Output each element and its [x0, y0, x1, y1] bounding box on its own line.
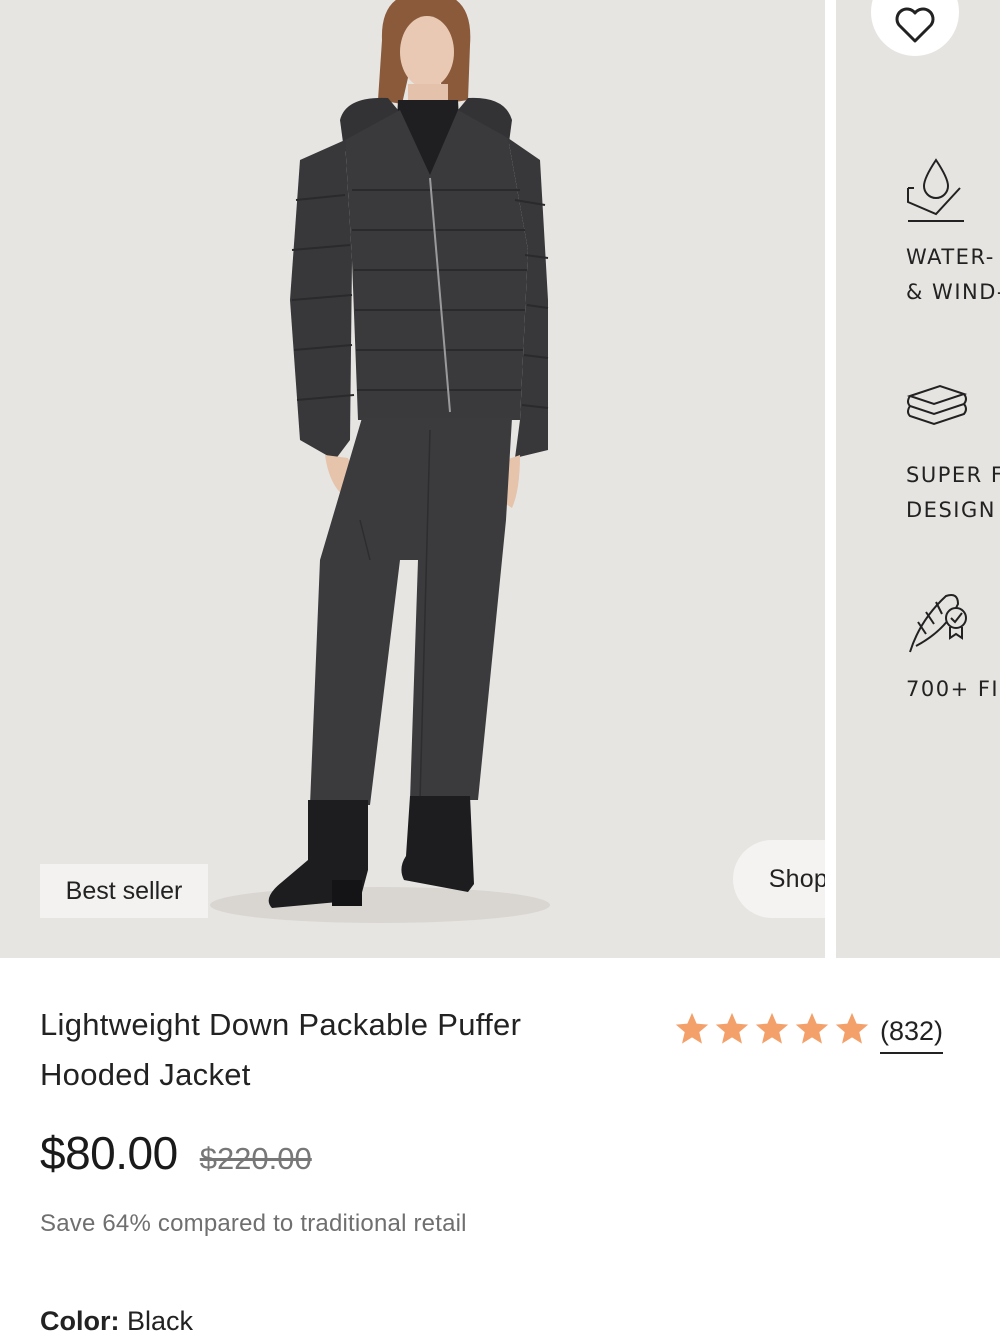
sale-price: $80.00 — [40, 1127, 178, 1179]
best-seller-badge: Best seller — [40, 864, 208, 918]
product-title-line2: Hooded Jacket — [40, 1057, 251, 1092]
feature-water-wind: WATER- & WIND- — [906, 158, 1000, 310]
feature-packable-line1: SUPER F — [906, 463, 1000, 487]
price-row: $80.00 $220.00 — [40, 1126, 312, 1180]
star-icon — [795, 1012, 829, 1044]
product-rating[interactable]: (832) — [673, 1004, 944, 1054]
product-title-line1: Lightweight Down Packable Puffer — [40, 1007, 522, 1042]
review-count-link[interactable]: (832) — [880, 1014, 944, 1054]
feature-fill-power: 700+ FIL — [906, 590, 1000, 707]
feature-packable: SUPER F DESIGN — [906, 382, 1000, 528]
color-value: Black — [127, 1306, 194, 1333]
model-wearing-jacket-image — [210, 0, 550, 923]
color-label: Color: — [40, 1306, 120, 1333]
features-slide[interactable]: WATER- & WIND- SUPER F DESIGN 700+ FIL — [836, 0, 1000, 958]
star-icon — [835, 1012, 869, 1044]
star-icon — [675, 1012, 709, 1044]
feature-fill-power-line1: 700+ FIL — [906, 677, 1000, 701]
product-image-gallery[interactable]: Best seller Shop the look WATER- & WIND-… — [0, 0, 1000, 958]
savings-text: Save 64% compared to traditional retail — [40, 1210, 467, 1237]
compare-at-price: $220.00 — [199, 1141, 312, 1176]
star-rating — [673, 1010, 871, 1048]
best-seller-badge-label: Best seller — [65, 876, 183, 905]
selected-color: Color: Black — [40, 1306, 193, 1333]
shop-the-look-label: Shop the look — [768, 864, 825, 893]
star-icon — [715, 1012, 749, 1044]
feature-packable-line2: DESIGN — [906, 498, 996, 522]
product-title: Lightweight Down Packable Puffer Hooded … — [40, 1000, 640, 1100]
feature-water-wind-line1: WATER- — [906, 245, 995, 269]
folded-stack-icon — [906, 384, 968, 426]
shop-the-look-button[interactable]: Shop the look — [733, 840, 825, 918]
feather-badge-icon — [909, 594, 967, 653]
feature-water-wind-line2: & WIND- — [906, 280, 1000, 304]
heart-icon — [895, 7, 935, 43]
water-drop-icon — [907, 158, 964, 222]
product-photo[interactable]: Best seller Shop the look — [0, 0, 825, 958]
star-icon — [755, 1012, 789, 1044]
